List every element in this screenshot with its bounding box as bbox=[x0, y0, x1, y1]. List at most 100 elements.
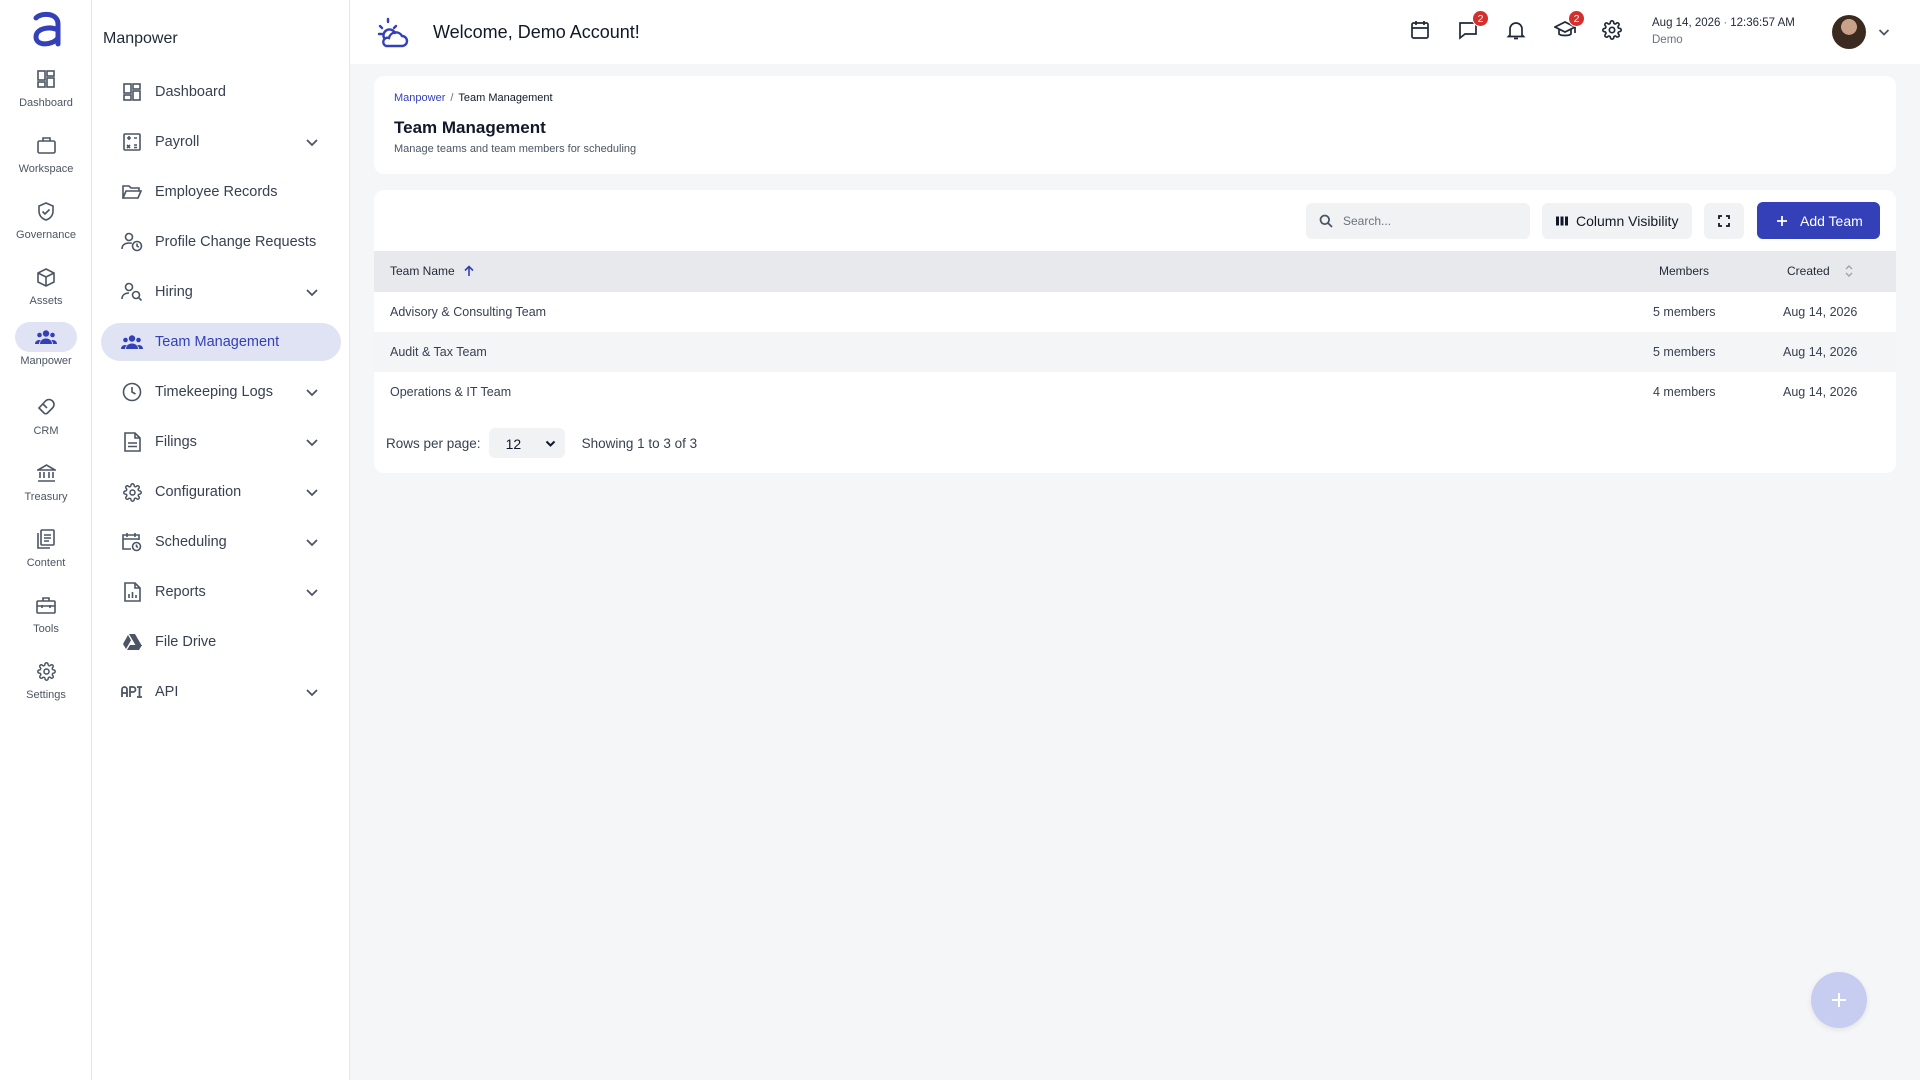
rail-item-dashboard[interactable]: Dashboard bbox=[0, 64, 92, 124]
floating-add-button[interactable] bbox=[1811, 972, 1867, 1028]
current-date: Aug 14, 2026 bbox=[1652, 17, 1721, 29]
pagination-info: Showing 1 to 3 of 3 bbox=[581, 435, 698, 451]
sidebar-item-label: Hiring bbox=[155, 284, 193, 300]
page-subtitle: Manage teams and team members for schedu… bbox=[394, 143, 637, 155]
breadcrumb: Manpower / Team Management bbox=[394, 92, 553, 104]
calculator-icon bbox=[121, 131, 143, 153]
rail-item-crm[interactable]: CRM bbox=[0, 392, 92, 452]
fullscreen-icon bbox=[1718, 215, 1730, 227]
sidebar-item-dashboard[interactable]: Dashboard bbox=[101, 73, 341, 111]
rail-item-tools[interactable]: Tools bbox=[0, 590, 92, 650]
search-input[interactable] bbox=[1343, 214, 1523, 228]
column-header-label: Members bbox=[1659, 264, 1710, 278]
handshake-icon bbox=[15, 392, 77, 422]
teams-table-card: Column Visibility Add Team Team Name Mem… bbox=[374, 190, 1896, 473]
cube-icon bbox=[15, 262, 77, 292]
rows-per-page-select[interactable]: 12 bbox=[488, 428, 565, 458]
rail-item-manpower[interactable]: Manpower bbox=[0, 322, 92, 382]
rail-label: Treasury bbox=[24, 491, 68, 503]
table-row[interactable]: Audit & Tax Team 5 members Aug 14, 2026 bbox=[374, 332, 1896, 372]
rail-item-governance[interactable]: Governance bbox=[0, 196, 92, 256]
pagination: Rows per page: 12 Showing 1 to 3 of 3 bbox=[386, 428, 697, 458]
sidebar-item-label: Dashboard bbox=[155, 84, 226, 100]
sort-unsorted-icon bbox=[1845, 265, 1853, 277]
avatar[interactable] bbox=[1832, 15, 1866, 49]
column-header-members[interactable]: Members bbox=[1659, 264, 1709, 278]
toolbox-icon bbox=[15, 590, 77, 620]
sidebar-item-filings[interactable]: Filings bbox=[101, 423, 341, 461]
rail-item-content[interactable]: Content bbox=[0, 524, 92, 584]
column-header-label: Created bbox=[1787, 264, 1830, 278]
calendar-icon[interactable] bbox=[1410, 20, 1432, 42]
sun-cloud-icon bbox=[376, 16, 410, 50]
breadcrumb-manpower[interactable]: Manpower bbox=[394, 92, 445, 104]
sidebar-item-label: Employee Records bbox=[155, 184, 278, 200]
chevron-down-icon[interactable] bbox=[305, 535, 319, 549]
sidebar-item-label: Filings bbox=[155, 434, 197, 450]
fullscreen-button[interactable] bbox=[1704, 203, 1744, 239]
page-title: Team Management bbox=[394, 118, 546, 137]
chevron-down-icon[interactable] bbox=[305, 485, 319, 499]
chevron-down-icon[interactable] bbox=[305, 135, 319, 149]
sidebar-item-api[interactable]: API bbox=[101, 673, 341, 711]
gear-icon bbox=[15, 656, 77, 686]
sidebar-item-payroll[interactable]: Payroll bbox=[101, 123, 341, 161]
person-clock-icon bbox=[121, 231, 143, 253]
rail-item-workspace[interactable]: Workspace bbox=[0, 130, 92, 190]
gear-icon[interactable] bbox=[1602, 20, 1624, 42]
sidebar-item-profile-change-requests[interactable]: Profile Change Requests bbox=[101, 223, 341, 261]
datetime-separator: · bbox=[1723, 17, 1728, 29]
bell-icon[interactable] bbox=[1506, 20, 1528, 42]
bank-icon bbox=[15, 458, 77, 488]
rail-label: Tools bbox=[33, 623, 59, 635]
person-search-icon bbox=[121, 281, 143, 303]
sidebar-item-label: Scheduling bbox=[155, 534, 227, 550]
groups-icon bbox=[121, 331, 143, 353]
report-icon bbox=[121, 581, 143, 603]
sidebar-item-reports[interactable]: Reports bbox=[101, 573, 341, 611]
top-bar: Welcome, Demo Account! 2 2 Aug 14, 2026 ·… bbox=[350, 0, 1920, 64]
chevron-down-icon[interactable] bbox=[305, 285, 319, 299]
documents-icon bbox=[15, 524, 77, 554]
sidebar-item-team-management[interactable]: Team Management bbox=[101, 323, 341, 361]
chevron-down-icon[interactable] bbox=[305, 435, 319, 449]
column-visibility-button[interactable]: Column Visibility bbox=[1542, 203, 1692, 239]
welcome-message: Welcome, Demo Account! bbox=[433, 22, 640, 42]
chat-icon[interactable]: 2 bbox=[1458, 10, 1489, 42]
table-row[interactable]: Operations & IT Team 4 members Aug 14, 2… bbox=[374, 372, 1896, 412]
module-sidebar: Manpower Dashboard Payroll Employee Reco… bbox=[92, 0, 350, 1080]
rail-label: Governance bbox=[16, 229, 76, 241]
chevron-down-icon[interactable] bbox=[305, 385, 319, 399]
rows-per-page-label: Rows per page: bbox=[386, 435, 481, 451]
rail-label: Manpower bbox=[20, 355, 72, 367]
sidebar-item-file-drive[interactable]: File Drive bbox=[101, 623, 341, 661]
rows-per-page-value: 12 bbox=[505, 436, 522, 452]
graduation-cap-icon[interactable]: 2 bbox=[1554, 10, 1585, 42]
rail-item-treasury[interactable]: Treasury bbox=[0, 458, 92, 518]
team-name-cell: Operations & IT Team bbox=[390, 385, 512, 399]
sidebar-item-label: Configuration bbox=[155, 484, 242, 500]
team-name-cell: Advisory & Consulting Team bbox=[390, 305, 547, 319]
rail-item-settings[interactable]: Settings bbox=[0, 656, 92, 716]
chevron-down-icon[interactable] bbox=[305, 585, 319, 599]
rail-item-assets[interactable]: Assets bbox=[0, 262, 92, 322]
sidebar-item-hiring[interactable]: Hiring bbox=[101, 273, 341, 311]
rail-label: Settings bbox=[26, 689, 66, 701]
breadcrumb-separator: / bbox=[450, 92, 454, 104]
sidebar-item-employee-records[interactable]: Employee Records bbox=[101, 173, 341, 211]
page-header: Manpower / Team Management Team Manageme… bbox=[374, 76, 1896, 174]
column-header-created[interactable]: Created bbox=[1787, 264, 1854, 278]
chevron-down-icon[interactable] bbox=[1878, 26, 1890, 38]
chevron-down-icon[interactable] bbox=[305, 685, 319, 699]
search-icon bbox=[1319, 214, 1333, 228]
members-cell: 4 members bbox=[1653, 385, 1716, 399]
folder-open-icon bbox=[121, 181, 143, 203]
sidebar-item-scheduling[interactable]: Scheduling bbox=[101, 523, 341, 561]
sidebar-item-label: Profile Change Requests bbox=[155, 234, 317, 250]
sidebar-item-configuration[interactable]: Configuration bbox=[101, 473, 341, 511]
table-row[interactable]: Advisory & Consulting Team 5 members Aug… bbox=[374, 292, 1896, 332]
app-logo-icon[interactable] bbox=[28, 10, 64, 50]
add-team-button[interactable]: Add Team bbox=[1757, 202, 1880, 239]
sidebar-item-timekeeping-logs[interactable]: Timekeeping Logs bbox=[101, 373, 341, 411]
column-header-team-name[interactable]: Team Name bbox=[390, 264, 475, 278]
